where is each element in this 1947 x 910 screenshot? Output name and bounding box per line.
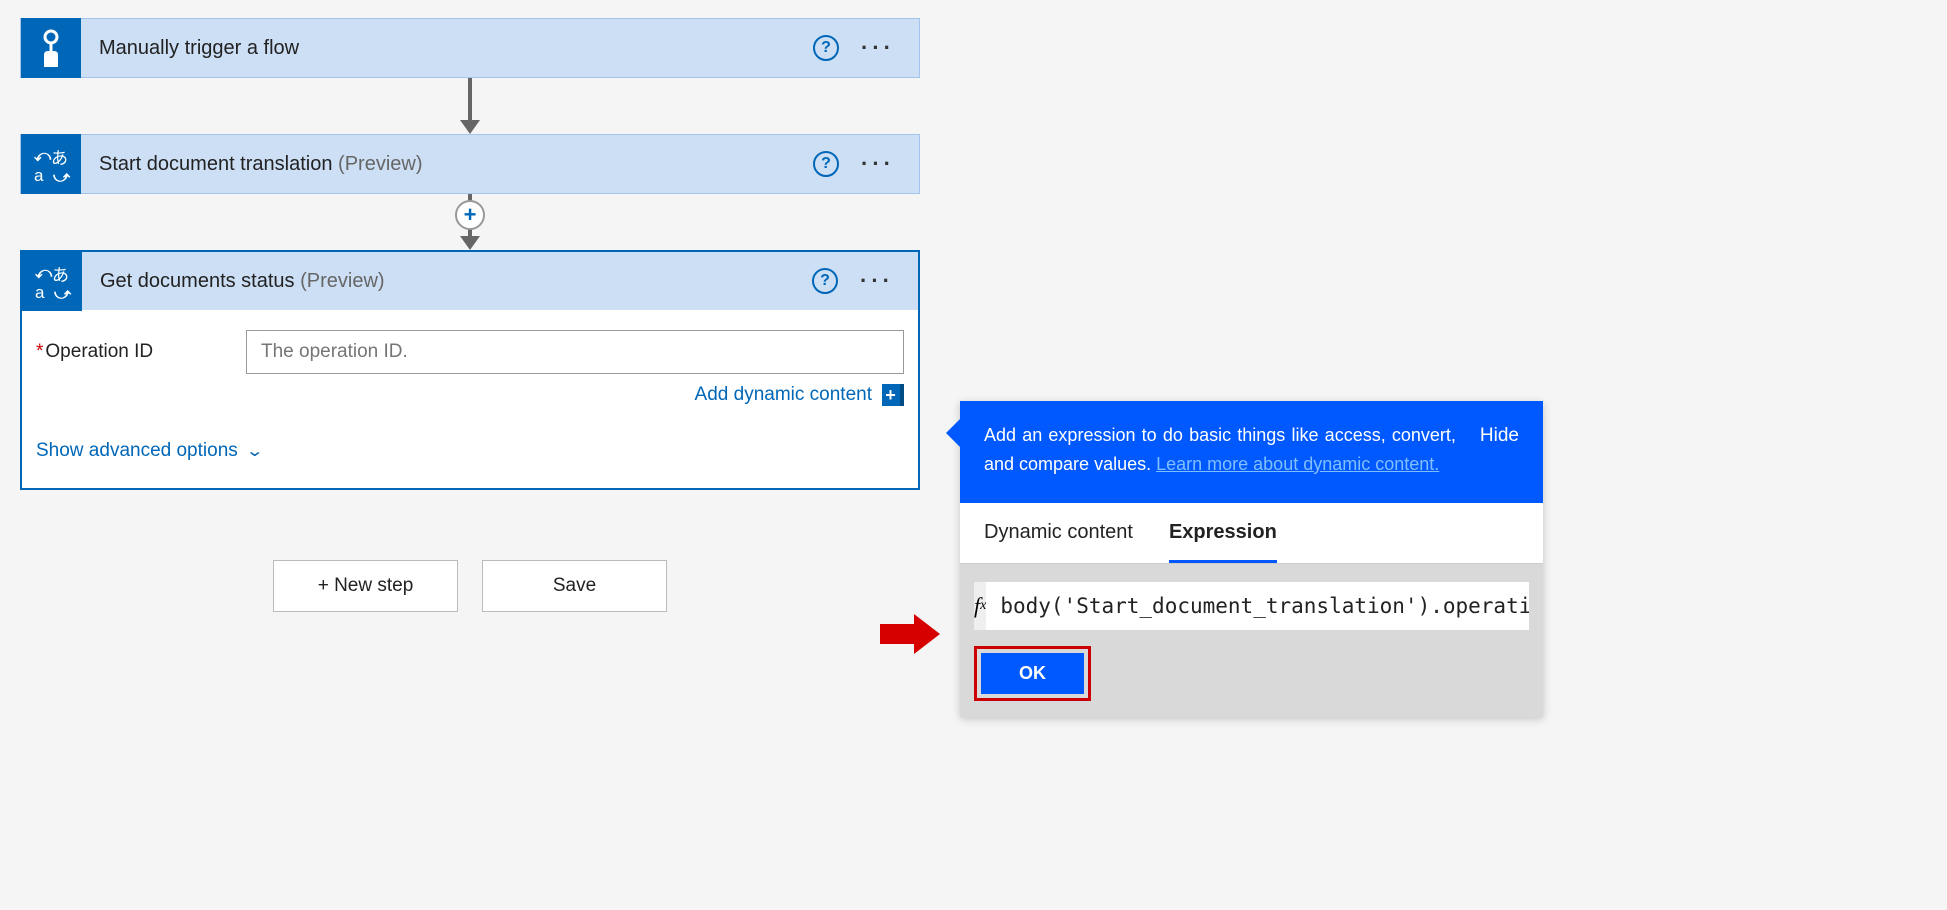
add-dynamic-content-link[interactable]: Add dynamic content xyxy=(695,384,872,406)
start-translation-title: Start document translation (Preview) xyxy=(81,153,813,176)
help-icon[interactable]: ? xyxy=(812,268,838,294)
translate-icon: ⤺ あ a ⤻ xyxy=(22,251,82,311)
svg-text:あ: あ xyxy=(51,149,68,168)
learn-more-link[interactable]: Learn more about dynamic content. xyxy=(1156,454,1439,474)
get-status-step[interactable]: ⤺ あ a ⤻ Get documents status (Preview) ?… xyxy=(20,250,920,310)
svg-text:⤺: ⤺ xyxy=(34,148,52,165)
more-icon[interactable]: ··· xyxy=(861,35,895,61)
new-step-button[interactable]: + New step xyxy=(273,560,458,612)
expression-text: body('Start_document_translation').opera… xyxy=(986,594,1529,618)
operation-id-label: *Operation ID xyxy=(36,341,226,363)
connector xyxy=(20,78,920,134)
svg-text:あ: あ xyxy=(52,266,69,285)
help-icon[interactable]: ? xyxy=(813,35,839,61)
ok-button-highlight: OK xyxy=(974,646,1091,701)
add-dynamic-content-badge[interactable]: + xyxy=(882,384,904,406)
chevron-down-icon: ⌄ xyxy=(245,441,264,461)
connector-with-add: + xyxy=(20,194,920,250)
trigger-icon xyxy=(21,18,81,78)
start-translation-step[interactable]: ⤺ あ a ⤻ Start document translation (Prev… xyxy=(20,134,920,194)
callout-arrow xyxy=(880,614,940,654)
add-between-button[interactable]: + xyxy=(455,200,485,230)
trigger-step[interactable]: Manually trigger a flow ? ··· xyxy=(20,18,920,78)
hide-popover-link[interactable]: Hide xyxy=(1480,421,1519,451)
fx-icon: fx xyxy=(974,582,986,630)
svg-text:⤻: ⤻ xyxy=(53,169,71,184)
help-icon[interactable]: ? xyxy=(813,151,839,177)
more-icon[interactable]: ··· xyxy=(861,151,895,177)
ok-button[interactable]: OK xyxy=(981,653,1084,694)
popover-tabs: Dynamic content Expression xyxy=(960,503,1543,564)
expression-input[interactable]: fx body('Start_document_translation').op… xyxy=(974,582,1529,630)
svg-text:⤻: ⤻ xyxy=(54,286,72,301)
popover-description: Add an expression to do basic things lik… xyxy=(984,421,1456,479)
translate-icon: ⤺ あ a ⤻ xyxy=(21,134,81,194)
svg-text:a: a xyxy=(34,166,44,184)
operation-id-input[interactable] xyxy=(246,330,904,374)
svg-text:a: a xyxy=(35,283,45,301)
tab-expression[interactable]: Expression xyxy=(1169,503,1277,563)
trigger-step-title: Manually trigger a flow xyxy=(81,37,813,60)
step-body: *Operation ID Add dynamic content + Show… xyxy=(20,310,920,490)
show-advanced-link[interactable]: Show advanced options ⌄ xyxy=(36,440,904,462)
svg-text:⤺: ⤺ xyxy=(35,265,53,282)
tab-dynamic-content[interactable]: Dynamic content xyxy=(984,503,1133,563)
save-button[interactable]: Save xyxy=(482,560,667,612)
more-icon[interactable]: ··· xyxy=(860,268,894,294)
dynamic-content-popover: Add an expression to do basic things lik… xyxy=(960,401,1543,717)
get-status-title: Get documents status (Preview) xyxy=(82,270,812,293)
popover-caret xyxy=(946,419,960,447)
